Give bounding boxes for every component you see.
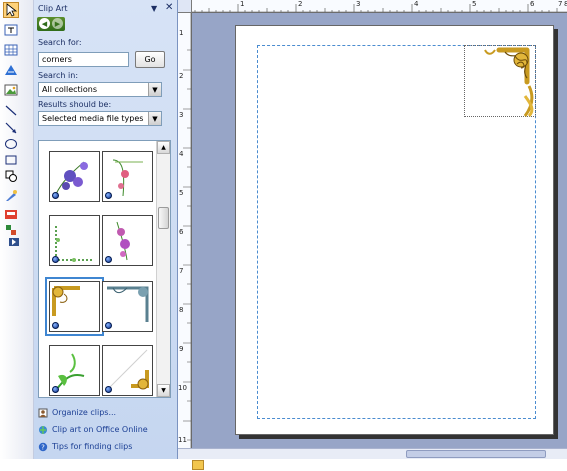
ruler-number: 10	[178, 384, 187, 392]
organize-clips-icon	[38, 408, 48, 418]
pointer-icon[interactable]	[3, 2, 19, 18]
clip-thumbnail[interactable]	[102, 215, 153, 266]
ruler-number: 6	[530, 0, 535, 8]
ruler-number: 5	[472, 0, 477, 8]
ruler-number: 1	[179, 29, 184, 37]
clip-art-task-pane: Clip Art ▼ ✕ ◀ ▶ Search for: Go Search i…	[34, 0, 178, 459]
svg-text:?: ?	[41, 443, 45, 451]
ruler-number: 9	[179, 345, 184, 353]
hotspot-icon[interactable]	[3, 188, 19, 204]
clip-type-icon	[105, 192, 112, 199]
autoshapes-icon[interactable]	[3, 168, 19, 184]
table-icon[interactable]	[3, 42, 19, 58]
ruler-number: 3	[356, 0, 361, 8]
forward-arrow-icon[interactable]: ▶	[52, 18, 63, 29]
clip-type-icon	[105, 386, 112, 393]
horizontal-scrollbar[interactable]	[178, 448, 567, 459]
results-value: Selected media file types	[42, 114, 144, 123]
scrollbar-thumb[interactable]	[406, 450, 546, 458]
organize-clips-label: Organize clips...	[52, 408, 117, 417]
clip-thumbnail[interactable]	[102, 281, 153, 332]
office-online-label: Clip art on Office Online	[52, 425, 148, 434]
publisher-window: Clip Art ▼ ✕ ◀ ▶ Search for: Go Search i…	[0, 0, 567, 471]
clip-type-icon	[52, 192, 59, 199]
tips-link[interactable]: ? Tips for finding clips	[38, 440, 132, 453]
clip-type-icon	[52, 256, 59, 263]
scroll-up-icon[interactable]: ▲	[157, 141, 170, 154]
ruler-number: 7	[179, 267, 184, 275]
ruler-number: 2	[298, 0, 303, 8]
ruler-number: 8	[179, 306, 184, 314]
text-box-icon[interactable]	[3, 22, 19, 38]
chevron-down-icon[interactable]: ▼	[148, 112, 161, 125]
chevron-down-icon[interactable]: ▼	[148, 83, 161, 96]
item-icon[interactable]	[3, 222, 19, 238]
scrollbar-thumb[interactable]	[158, 207, 169, 229]
scroll-down-icon[interactable]: ▼	[157, 384, 170, 397]
status-bar	[0, 459, 567, 471]
results-scrollbar[interactable]: ▲ ▼	[156, 141, 170, 397]
ruler-number: 11	[178, 436, 187, 444]
clip-type-icon	[105, 256, 112, 263]
ruler-number: 4	[414, 0, 419, 8]
task-pane-menu-icon[interactable]: ▼	[151, 4, 157, 13]
back-arrow-icon[interactable]: ◀	[39, 18, 50, 29]
ruler-number: 6	[179, 228, 184, 236]
office-online-icon	[38, 425, 48, 435]
objects-toolbar	[0, 0, 34, 471]
tips-label: Tips for finding clips	[52, 442, 133, 451]
search-label: Search for:	[38, 38, 82, 47]
oval-icon[interactable]	[3, 136, 19, 152]
ruler-number: 4	[179, 150, 184, 158]
go-button[interactable]: Go	[135, 51, 165, 68]
picture-icon[interactable]	[3, 82, 19, 98]
ruler-number: 5	[179, 189, 184, 197]
arrow-icon[interactable]	[3, 120, 19, 136]
results-grid: ▲ ▼	[38, 140, 171, 398]
clip-thumbnail[interactable]	[49, 215, 100, 266]
line-icon[interactable]	[3, 102, 19, 118]
clip-thumbnail[interactable]	[49, 345, 100, 396]
vertical-ruler[interactable]: 1 2 3 4 5 6 7 8 9 10 11	[178, 13, 192, 459]
wordart-icon[interactable]	[3, 62, 19, 78]
clip-type-icon	[52, 322, 59, 329]
design-gallery-icon[interactable]	[3, 206, 19, 222]
clip-type-icon	[105, 322, 112, 329]
search-in-value: All collections	[42, 85, 98, 94]
clip-thumbnail-selected[interactable]	[45, 277, 104, 336]
search-input[interactable]	[38, 52, 129, 67]
ruler-number: 3	[179, 111, 184, 119]
task-pane-nav: ◀ ▶	[37, 17, 65, 31]
clip-thumbnail[interactable]	[102, 151, 153, 202]
results-label: Results should be:	[38, 100, 112, 109]
results-select[interactable]: Selected media file types ▼	[38, 111, 162, 126]
search-in-label: Search in:	[38, 71, 79, 80]
help-icon: ?	[38, 442, 48, 452]
ruler-corner	[178, 0, 192, 13]
clip-thumbnail[interactable]	[102, 345, 153, 396]
expand-toolbar-icon[interactable]	[9, 238, 19, 246]
horizontal-ruler[interactable]: 1 2 3 4 5 6 7 8	[192, 0, 567, 13]
rectangle-icon[interactable]	[3, 152, 19, 168]
search-in-select[interactable]: All collections ▼	[38, 82, 162, 97]
ruler-number: 7	[558, 0, 563, 8]
close-icon[interactable]: ✕	[165, 2, 173, 13]
clip-thumbnail[interactable]	[49, 151, 100, 202]
clip-type-icon	[52, 386, 59, 393]
ruler-number: 1	[240, 0, 245, 8]
office-online-link[interactable]: Clip art on Office Online	[38, 423, 148, 436]
ruler-number: 2	[179, 72, 184, 80]
organize-clips-link[interactable]: Organize clips...	[38, 406, 116, 419]
page-navigation-icon[interactable]	[192, 460, 204, 470]
inserted-clip-art[interactable]	[464, 45, 536, 118]
